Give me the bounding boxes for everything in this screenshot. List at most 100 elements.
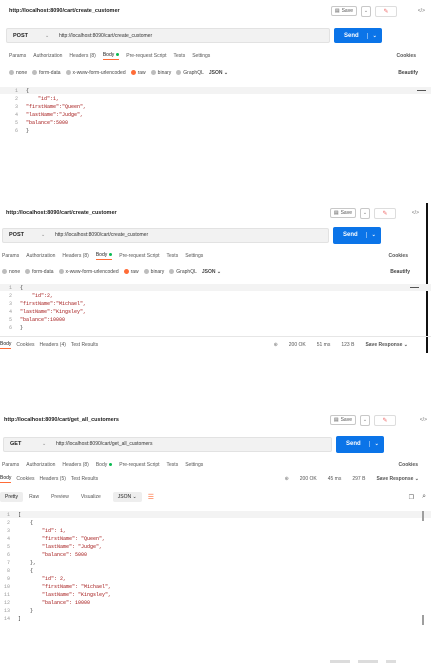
- search-icon[interactable]: ⌕: [422, 493, 426, 501]
- wrap-lines-icon[interactable]: ☰: [148, 493, 154, 501]
- tab-pre-request-script[interactable]: Pre-request Script: [119, 253, 159, 259]
- save-button[interactable]: ▤ Save: [330, 6, 357, 16]
- url-input[interactable]: http://localhost:8090/cart/create_custom…: [55, 232, 148, 238]
- body-type-urlencoded[interactable]: x-www-form-urlencoded: [65, 70, 126, 76]
- globe-icon[interactable]: ⊕: [274, 342, 278, 348]
- code-icon[interactable]: </>: [420, 417, 427, 423]
- chevron-down-icon[interactable]: ⌄: [366, 32, 382, 39]
- beautify-link[interactable]: Beautify: [398, 70, 418, 76]
- response-tab-test-results[interactable]: Test Results: [71, 342, 98, 348]
- body-type-none[interactable]: none: [2, 269, 20, 275]
- tab-settings[interactable]: Settings: [192, 53, 210, 59]
- save-dropdown-button[interactable]: ⌄: [361, 5, 371, 17]
- send-button[interactable]: Send ⌄: [336, 435, 384, 453]
- scrollbar[interactable]: [422, 615, 424, 625]
- copy-icon[interactable]: ❐: [409, 494, 414, 501]
- edit-button[interactable]: ✎: [375, 5, 397, 17]
- save-button[interactable]: ▤ Save: [329, 208, 356, 218]
- response-tab-cookies[interactable]: Cookies: [16, 476, 34, 482]
- url-input[interactable]: http://localhost:8090/cart/get_all_custo…: [56, 441, 152, 447]
- tab-settings[interactable]: Settings: [185, 462, 203, 468]
- body-type-form-data[interactable]: form-data: [32, 70, 61, 76]
- tab-settings[interactable]: Settings: [185, 253, 203, 259]
- body-type-raw[interactable]: raw: [130, 70, 146, 76]
- body-type-none[interactable]: none: [9, 70, 27, 76]
- tab-headers[interactable]: Headers (8): [62, 253, 88, 259]
- footer-item[interactable]: [386, 660, 396, 663]
- cookies-link[interactable]: Cookies: [389, 253, 408, 259]
- method-select[interactable]: POST: [3, 232, 41, 238]
- tab-tests[interactable]: Tests: [167, 462, 179, 468]
- tab-authorization[interactable]: Authorization: [26, 253, 55, 259]
- scroll-indicator[interactable]: [417, 90, 426, 91]
- format-select[interactable]: JSON ⌄: [202, 269, 221, 275]
- chevron-down-icon[interactable]: ⌄: [365, 232, 381, 238]
- chevron-down-icon[interactable]: ⌄: [368, 441, 384, 447]
- send-button[interactable]: Send ⌄: [334, 28, 382, 43]
- response-tab-body[interactable]: Body: [0, 475, 12, 483]
- format-select[interactable]: JSON ⌄: [112, 492, 142, 502]
- edit-button[interactable]: ✎: [374, 414, 396, 426]
- tab-pre-request-script[interactable]: Pre-request Script: [126, 53, 166, 59]
- tab-params[interactable]: Params: [2, 253, 19, 259]
- tab-params[interactable]: Params: [9, 53, 26, 59]
- edit-button[interactable]: ✎: [374, 207, 396, 219]
- beautify-link[interactable]: Beautify: [390, 269, 410, 275]
- response-body-viewer[interactable]: 1[ 2 { 3 "id": 1, 4 "firstName": "Queen"…: [0, 511, 431, 633]
- response-tab-cookies[interactable]: Cookies: [16, 342, 34, 348]
- cookies-link[interactable]: Cookies: [399, 462, 418, 468]
- body-type-graphql[interactable]: GraphQL: [169, 269, 197, 275]
- save-dropdown-button[interactable]: ⌄: [360, 414, 370, 426]
- response-tab-headers[interactable]: Headers (4): [39, 342, 65, 348]
- tab-tests[interactable]: Tests: [174, 53, 186, 59]
- body-type-binary[interactable]: binary: [143, 269, 164, 275]
- method-select[interactable]: POST: [7, 33, 45, 39]
- cookies-link[interactable]: Cookies: [397, 53, 416, 59]
- view-preview-button[interactable]: Preview: [51, 494, 69, 500]
- save-response-button[interactable]: Save Response ⌄: [365, 342, 408, 348]
- response-tab-body[interactable]: Body: [0, 341, 12, 349]
- method-select[interactable]: GET: [4, 441, 42, 447]
- tab-headers[interactable]: Headers (8): [69, 53, 95, 59]
- code-line: 6}: [8, 324, 24, 331]
- save-button[interactable]: ▤ Save: [329, 415, 356, 425]
- footer-item[interactable]: [330, 660, 350, 663]
- footer-item[interactable]: [358, 660, 378, 663]
- body-type-urlencoded[interactable]: x-www-form-urlencoded: [58, 269, 119, 275]
- save-dropdown-button[interactable]: ⌄: [360, 207, 370, 219]
- response-tab-test-results[interactable]: Test Results: [71, 476, 98, 482]
- code-icon[interactable]: </>: [412, 210, 419, 216]
- save-icon: ▤: [333, 210, 339, 216]
- body-type-form-data[interactable]: form-data: [25, 269, 54, 275]
- request-body-editor[interactable]: 1{ 2 "id":2, 3 "firstName":"Michael", 4 "l…: [0, 284, 431, 334]
- code-icon[interactable]: </>: [418, 8, 425, 14]
- view-raw-button[interactable]: Raw: [29, 494, 39, 500]
- tab-params[interactable]: Params: [2, 462, 19, 468]
- chevron-down-icon[interactable]: ⌄: [42, 441, 56, 447]
- send-button[interactable]: Send ⌄: [333, 226, 381, 244]
- body-type-binary[interactable]: binary: [150, 70, 171, 76]
- tab-headers[interactable]: Headers (8): [62, 462, 88, 468]
- request-body-editor[interactable]: 1{ 2 "id":1, 3 "firstName":"Queen", 4 "las…: [0, 87, 431, 149]
- chevron-down-icon[interactable]: ⌄: [41, 232, 55, 238]
- url-input[interactable]: http://localhost:8090/cart/create_custom…: [59, 33, 152, 39]
- tab-authorization[interactable]: Authorization: [26, 462, 55, 468]
- tab-authorization[interactable]: Authorization: [33, 53, 62, 59]
- footer-status-bar: [330, 660, 430, 666]
- tab-body[interactable]: Body: [102, 52, 120, 60]
- tab-tests[interactable]: Tests: [167, 253, 179, 259]
- tab-body[interactable]: Body: [96, 462, 113, 468]
- scrollbar[interactable]: [422, 511, 424, 521]
- format-select[interactable]: JSON ⌄: [209, 70, 228, 76]
- body-type-graphql[interactable]: GraphQL: [176, 70, 204, 76]
- scroll-indicator[interactable]: [410, 287, 419, 288]
- view-pretty-button[interactable]: Pretty: [0, 492, 24, 502]
- tab-pre-request-script[interactable]: Pre-request Script: [119, 462, 159, 468]
- body-type-raw[interactable]: raw: [123, 269, 139, 275]
- save-response-button[interactable]: Save Response ⌄: [376, 476, 419, 482]
- chevron-down-icon[interactable]: ⌄: [45, 33, 59, 39]
- response-tab-headers[interactable]: Headers (5): [39, 476, 65, 482]
- view-visualize-button[interactable]: Visualize: [81, 494, 101, 500]
- tab-body[interactable]: Body: [95, 252, 113, 260]
- globe-icon[interactable]: ⊕: [285, 476, 289, 482]
